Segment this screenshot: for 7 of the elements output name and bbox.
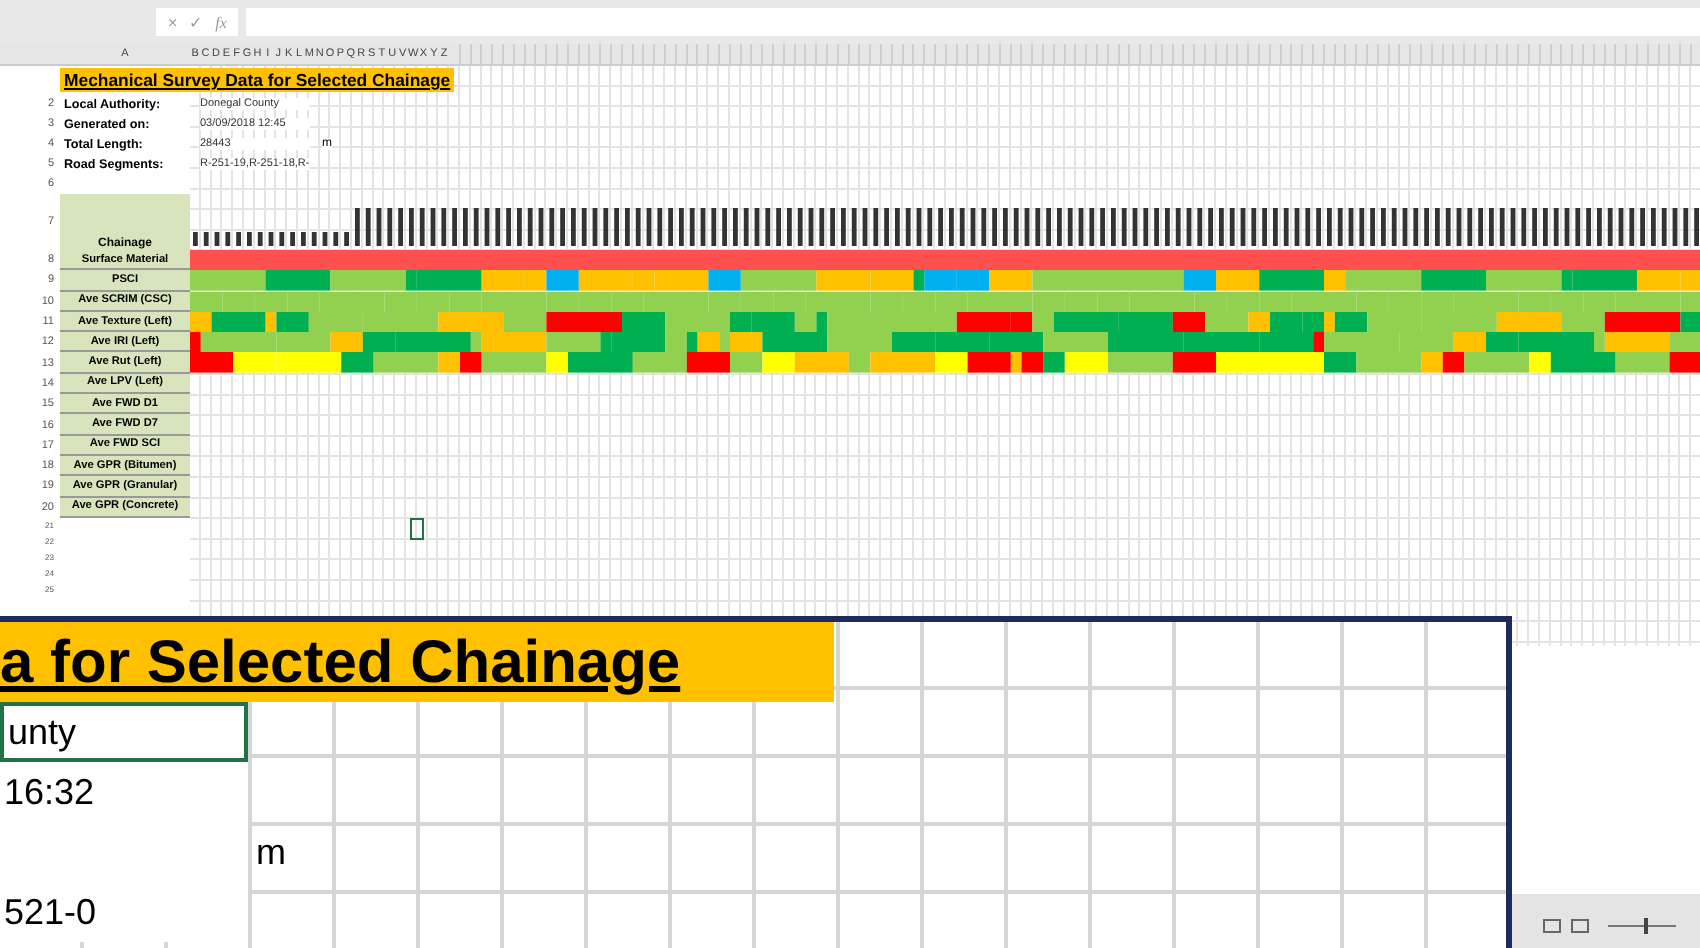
zoomed-cell[interactable]: unty [0,702,248,762]
zoomed-title: a for Selected Chainage [0,622,834,702]
zoomed-cell[interactable]: 521-0 [0,882,248,942]
view-icons-drawing[interactable] [1540,916,1680,936]
zoomed-unit: m [256,831,286,873]
cell-cursor-icon [410,518,424,540]
sheet-title: Mechanical Survey Data for Selected Chainage [60,68,455,92]
